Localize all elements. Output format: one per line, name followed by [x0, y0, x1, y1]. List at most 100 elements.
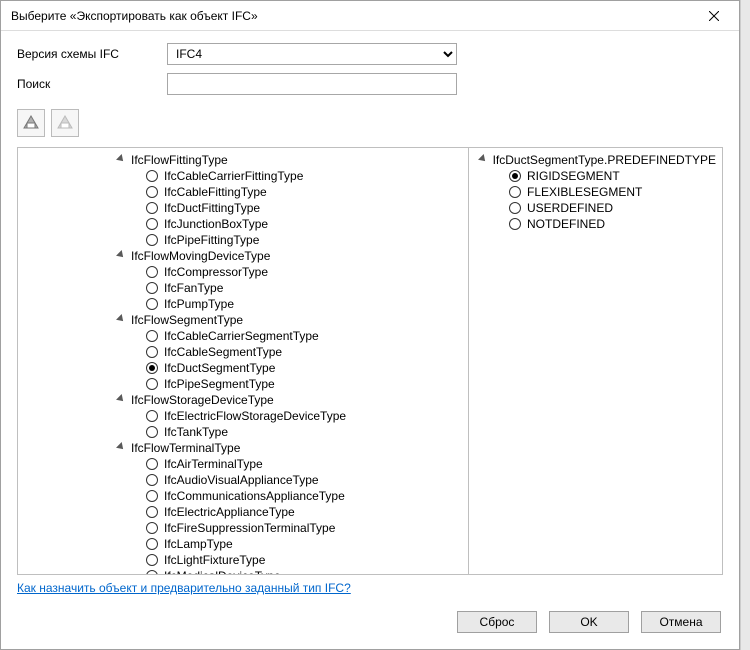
tree-item-label: IfcTankType [164, 425, 228, 439]
tree-item-label: IfcCableCarrierSegmentType [164, 329, 319, 343]
tree-item-label: IfcCableFittingType [164, 185, 267, 199]
tree-group-header[interactable]: IfcFlowTerminalType [117, 440, 468, 456]
tree-item[interactable]: IfcDuctFittingType [146, 200, 468, 216]
tree-item-label: IfcJunctionBoxType [164, 217, 268, 231]
tree-item-label: IfcPumpType [164, 297, 234, 311]
search-input[interactable] [167, 73, 457, 95]
right-tree-item[interactable]: FLEXIBLESEGMENT [509, 184, 716, 200]
right-tree-pane[interactable]: IfcDuctSegmentType.PREDEFINEDTYPERIGIDSE… [468, 148, 722, 574]
cancel-button[interactable]: Отмена [641, 611, 721, 633]
radio-icon [146, 282, 158, 294]
radio-icon [509, 186, 521, 198]
right-tree-header[interactable]: IfcDuctSegmentType.PREDEFINEDTYPE [479, 152, 716, 168]
right-tree-item[interactable]: USERDEFINED [509, 200, 716, 216]
radio-icon [146, 218, 158, 230]
radio-icon [509, 202, 521, 214]
dialog-window: Выберите «Экспортировать как объект IFC»… [0, 0, 740, 650]
tree-item[interactable]: IfcElectricFlowStorageDeviceType [146, 408, 468, 424]
tree-item-label: IfcPipeSegmentType [164, 377, 275, 391]
expander-icon [117, 315, 127, 325]
tree-item-label: IfcCableCarrierFittingType [164, 169, 303, 183]
tree-item-label: IfcElectricApplianceType [164, 505, 295, 519]
tree-item[interactable]: IfcPipeFittingType [146, 232, 468, 248]
tree-group-label: IfcFlowMovingDeviceType [131, 249, 270, 263]
left-tree-pane[interactable]: IfcFlowFittingType IfcCableCarrierFitting… [18, 148, 468, 574]
tree-item[interactable]: IfcCommunicationsApplianceType [146, 488, 468, 504]
toolbar [17, 109, 723, 137]
radio-icon [146, 298, 158, 310]
close-button[interactable] [699, 4, 729, 28]
button-row: Сброс OK Отмена [17, 603, 723, 645]
tree-item[interactable]: IfcTankType [146, 424, 468, 440]
tree-group-label: IfcFlowStorageDeviceType [131, 393, 274, 407]
tree-item-label: IfcDuctSegmentType [164, 361, 275, 375]
tree-item-label: IfcLampType [164, 537, 233, 551]
radio-icon [146, 170, 158, 182]
expander-icon [117, 443, 127, 453]
tree-item[interactable]: IfcElectricApplianceType [146, 504, 468, 520]
radio-icon [146, 474, 158, 486]
tree-group-label: IfcFlowTerminalType [131, 441, 240, 455]
tree-item[interactable]: IfcLightFixtureType [146, 552, 468, 568]
tree-group-label: IfcFlowFittingType [131, 153, 228, 167]
tree-item[interactable]: IfcPumpType [146, 296, 468, 312]
right-tree-item[interactable]: RIGIDSEGMENT [509, 168, 716, 184]
tree-item[interactable]: IfcCompressorType [146, 264, 468, 280]
tree-group-header[interactable]: IfcFlowStorageDeviceType [117, 392, 468, 408]
radio-icon [146, 410, 158, 422]
tree-item-label: IfcDuctFittingType [164, 201, 260, 215]
radio-icon [146, 330, 158, 342]
building-grey-icon [56, 114, 74, 132]
radio-icon [146, 554, 158, 566]
expander-icon [479, 155, 489, 165]
tree-item[interactable]: IfcAudioVisualApplianceType [146, 472, 468, 488]
radio-icon [146, 186, 158, 198]
radio-icon [146, 490, 158, 502]
radio-icon [146, 458, 158, 470]
radio-icon [146, 570, 158, 574]
tree-item[interactable]: IfcLampType [146, 536, 468, 552]
tree-item[interactable]: IfcJunctionBoxType [146, 216, 468, 232]
tree-group-header[interactable]: IfcFlowFittingType [117, 152, 468, 168]
expander-icon [117, 251, 127, 261]
tree-item[interactable]: IfcMedicalDeviceType [146, 568, 468, 574]
expander-icon [117, 395, 127, 405]
tree-item-label: IfcLightFixtureType [164, 553, 265, 567]
radio-icon [146, 538, 158, 550]
tree-item[interactable]: IfcCableSegmentType [146, 344, 468, 360]
tool-collapse-button[interactable] [51, 109, 79, 137]
radio-icon [146, 362, 158, 374]
tree-item[interactable]: IfcCableCarrierFittingType [146, 168, 468, 184]
help-link[interactable]: Как назначить объект и предварительно за… [17, 581, 351, 595]
radio-icon [146, 234, 158, 246]
tree-item[interactable]: IfcFireSuppressionTerminalType [146, 520, 468, 536]
tree-item[interactable]: IfcAirTerminalType [146, 456, 468, 472]
tree-item[interactable]: IfcDuctSegmentType [146, 360, 468, 376]
tree-group-header[interactable]: IfcFlowSegmentType [117, 312, 468, 328]
right-tree-item-label: FLEXIBLESEGMENT [527, 185, 642, 199]
radio-icon [509, 218, 521, 230]
tree-item[interactable]: IfcFanType [146, 280, 468, 296]
parent-scrollbar [740, 0, 750, 650]
right-tree-item-label: USERDEFINED [527, 201, 613, 215]
tree-item-label: IfcCommunicationsApplianceType [164, 489, 345, 503]
reset-button[interactable]: Сброс [457, 611, 537, 633]
tree-group-header[interactable]: IfcFlowMovingDeviceType [117, 248, 468, 264]
right-tree-item-label: NOTDEFINED [527, 217, 605, 231]
version-row: Версия схемы IFC IFC4 [17, 43, 723, 65]
tree-item[interactable]: IfcCableFittingType [146, 184, 468, 200]
tree-item-label: IfcCableSegmentType [164, 345, 282, 359]
close-icon [709, 11, 719, 21]
tree-item[interactable]: IfcPipeSegmentType [146, 376, 468, 392]
tree-item-label: IfcFanType [164, 281, 223, 295]
tree-item-label: IfcPipeFittingType [164, 233, 259, 247]
panes: IfcFlowFittingType IfcCableCarrierFitting… [17, 147, 723, 575]
radio-icon [146, 202, 158, 214]
tree-item[interactable]: IfcCableCarrierSegmentType [146, 328, 468, 344]
tree-item-label: IfcAudioVisualApplianceType [164, 473, 319, 487]
version-select[interactable]: IFC4 [167, 43, 457, 65]
ok-button[interactable]: OK [549, 611, 629, 633]
radio-icon [146, 426, 158, 438]
tool-expand-button[interactable] [17, 109, 45, 137]
right-tree-item[interactable]: NOTDEFINED [509, 216, 716, 232]
